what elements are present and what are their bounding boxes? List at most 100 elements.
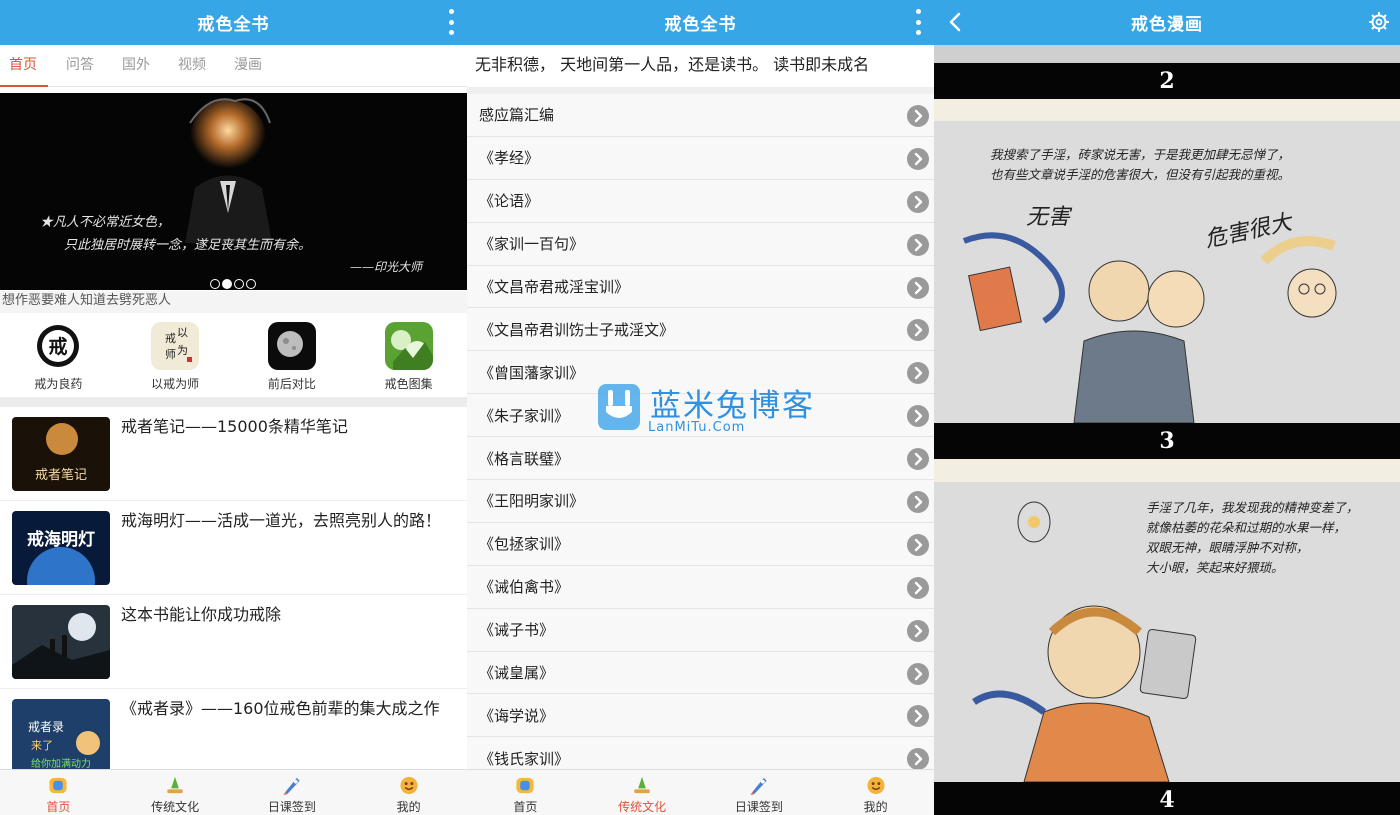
chevron-right-icon[interactable] bbox=[907, 533, 929, 556]
chevron-right-icon[interactable] bbox=[907, 190, 929, 213]
culture-nav-icon bbox=[167, 776, 183, 794]
classic-list-item[interactable]: 《诫子书》 bbox=[467, 608, 934, 652]
classic-list-item[interactable]: 《诫伯禽书》 bbox=[467, 565, 934, 609]
shortcut-label: 以戒为师 bbox=[151, 377, 200, 391]
chevron-right-icon[interactable] bbox=[907, 705, 929, 728]
banner-figure-image bbox=[185, 98, 272, 243]
article-item[interactable]: 这本书能让你成功戒除 bbox=[0, 595, 467, 689]
classic-list-item[interactable]: 《格言联璧》 bbox=[467, 437, 934, 481]
carousel-dot[interactable] bbox=[210, 279, 220, 289]
caption-line: 就像枯萎的花朵和过期的水果一样， bbox=[1146, 520, 1347, 535]
banner-carousel[interactable]: ★凡人不必常近女色， 只此独居时展转一念，遂足丧其生而有余。 ——印光大师 bbox=[0, 93, 467, 290]
nav-checkin[interactable]: 日课签到 bbox=[234, 770, 351, 815]
label-harmless: 无害 bbox=[1026, 205, 1073, 230]
more-menu-icon[interactable] bbox=[447, 9, 455, 35]
classic-list-item[interactable]: 感应篇汇编 bbox=[467, 94, 934, 137]
carousel-indicator[interactable] bbox=[210, 279, 256, 289]
classic-title: 《论语》 bbox=[479, 192, 540, 211]
profile-nav-icon bbox=[400, 776, 418, 795]
nav-label: 首页 bbox=[46, 800, 71, 814]
chevron-right-icon[interactable] bbox=[907, 405, 929, 428]
nav-home[interactable]: 首页 bbox=[0, 770, 117, 815]
culture-nav-icon bbox=[634, 776, 650, 794]
nav-checkin[interactable]: 日课签到 bbox=[701, 770, 818, 815]
classic-title: 《诫皇属》 bbox=[479, 664, 555, 683]
article-title: 这本书能让你成功戒除 bbox=[121, 605, 282, 624]
classic-list-item[interactable]: 《诫皇属》 bbox=[467, 651, 934, 695]
carousel-dot-active[interactable] bbox=[222, 279, 232, 289]
article-thumbnail: 戒者录 来了 给你加满动力 bbox=[12, 699, 110, 773]
svg-text:师: 师 bbox=[165, 348, 176, 361]
chevron-right-icon[interactable] bbox=[907, 276, 929, 299]
culture-screen: 戒色全书 家，无非积德， 天地间第一人品，还是读书。 读书即未成名 感应篇汇编《… bbox=[467, 0, 934, 815]
tab-abroad[interactable]: 国外 bbox=[112, 45, 160, 87]
gear-icon[interactable] bbox=[1368, 11, 1390, 33]
svg-text:为: 为 bbox=[177, 344, 188, 357]
classic-title: 《孝经》 bbox=[479, 149, 540, 168]
nav-mine[interactable]: 我的 bbox=[350, 770, 467, 815]
home-tabs: 首页 问答 国外 视频 漫画 bbox=[0, 45, 467, 87]
thumb-text: 戒海明灯 bbox=[27, 529, 95, 550]
watermark-title: 蓝米兔博客 bbox=[650, 388, 815, 424]
classic-list-item[interactable]: 《包拯家训》 bbox=[467, 522, 934, 566]
chevron-right-icon[interactable] bbox=[907, 362, 929, 385]
chevron-right-icon[interactable] bbox=[907, 491, 929, 514]
chevron-right-icon[interactable] bbox=[907, 233, 929, 256]
news-ticker-text: 想作恶要难人知道去劈死恶人 bbox=[2, 293, 172, 308]
shortcut-gallery[interactable]: 戒色图集 bbox=[350, 315, 467, 397]
carousel-dot[interactable] bbox=[234, 279, 244, 289]
classic-title: 《诲学说》 bbox=[479, 706, 555, 725]
nav-home[interactable]: 首页 bbox=[467, 770, 584, 815]
nav-label: 我的 bbox=[396, 800, 421, 814]
classic-title: 《包拯家训》 bbox=[479, 535, 570, 554]
nav-mine[interactable]: 我的 bbox=[817, 770, 934, 815]
caption-line: 也有些文章说手淫的危害很大，但没有引起我的重视。 bbox=[990, 167, 1291, 182]
article-item[interactable]: 戒者笔记 戒者笔记——15000条精华笔记 bbox=[0, 407, 467, 501]
rocket-nav-icon bbox=[750, 777, 767, 796]
thumb-text: 戒者笔记 bbox=[35, 467, 87, 483]
article-item[interactable]: 戒海明灯 戒海明灯——活成一道光，去照亮别人的路！ bbox=[0, 501, 467, 595]
chevron-right-icon[interactable] bbox=[907, 576, 929, 599]
gallery-icon bbox=[384, 322, 433, 370]
banner-quote-line2: 只此独居时展转一念，遂足丧其生而有余。 bbox=[64, 238, 312, 253]
classic-title: 《家训一百句》 bbox=[479, 235, 585, 254]
news-ticker[interactable]: 想作恶要难人知道去劈死恶人 bbox=[0, 291, 467, 313]
panel-number: 2 bbox=[1159, 68, 1175, 94]
home-app-bar: 戒色全书 bbox=[0, 0, 467, 45]
chevron-right-icon[interactable] bbox=[907, 619, 929, 642]
classic-list-item[interactable]: 《文昌帝君训饬士子戒淫文》 bbox=[467, 308, 934, 352]
tab-qa[interactable]: 问答 bbox=[56, 45, 104, 87]
carousel-dot[interactable] bbox=[246, 279, 256, 289]
home-title: 戒色全书 bbox=[197, 15, 270, 35]
shortcut-teacher[interactable]: 戒 以 师 为 以戒为师 bbox=[117, 315, 234, 397]
chevron-right-icon[interactable] bbox=[907, 105, 929, 127]
chevron-right-icon[interactable] bbox=[907, 662, 929, 685]
shortcut-grid: 戒 戒为良药 戒 以 师 为 以戒为师 前后对比 戒色图集 bbox=[0, 315, 467, 397]
classic-list-item[interactable]: 《王阳明家训》 bbox=[467, 480, 934, 523]
watermark-subtitle: LanMiTu.Com bbox=[648, 420, 746, 435]
back-arrow-icon[interactable] bbox=[944, 10, 968, 34]
tab-comic[interactable]: 漫画 bbox=[224, 45, 272, 87]
classic-list-item[interactable]: 《家训一百句》 bbox=[467, 222, 934, 266]
classic-title: 《格言联璧》 bbox=[479, 449, 570, 468]
classic-list-item[interactable]: 《文昌帝君戒淫宝训》 bbox=[467, 265, 934, 309]
caption-line: 手淫了几年，我发现我的精神变差了， bbox=[1146, 500, 1359, 515]
classic-list-item[interactable]: 《论语》 bbox=[467, 179, 934, 223]
classic-list-item[interactable]: 《诲学说》 bbox=[467, 694, 934, 738]
chevron-right-icon[interactable] bbox=[907, 448, 929, 471]
tab-home[interactable]: 首页 bbox=[0, 45, 48, 87]
tab-video[interactable]: 视频 bbox=[168, 45, 216, 87]
chevron-right-icon[interactable] bbox=[907, 147, 929, 170]
comic-screen: 戒色漫画 2 无害 危害很大 我搜索了手淫，砖家说无害，于是我更加肆无忌惮了， … bbox=[934, 0, 1400, 815]
classic-title: 感应篇汇编 bbox=[479, 106, 555, 125]
shortcut-compare[interactable]: 前后对比 bbox=[234, 315, 351, 397]
shortcut-medicine[interactable]: 戒 戒为良药 bbox=[0, 315, 117, 397]
nav-label: 首页 bbox=[513, 800, 538, 814]
chevron-right-icon[interactable] bbox=[907, 319, 929, 342]
more-menu-icon[interactable] bbox=[914, 9, 922, 35]
chevron-right-icon[interactable] bbox=[907, 748, 929, 771]
nav-culture[interactable]: 传统文化 bbox=[584, 770, 701, 815]
nav-culture[interactable]: 传统文化 bbox=[117, 770, 234, 815]
banner-quote-line1: ★凡人不必常近女色， bbox=[40, 215, 171, 230]
classic-list-item[interactable]: 《孝经》 bbox=[467, 136, 934, 180]
